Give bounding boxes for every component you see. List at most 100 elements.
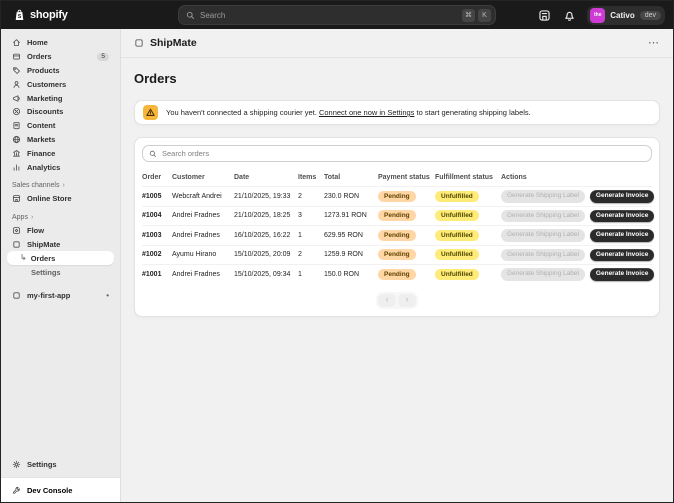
sidebar-item-discounts[interactable]: Discounts	[7, 105, 114, 119]
sidebar-item-marketing[interactable]: Marketing	[7, 91, 114, 105]
dev-console-bar[interactable]: Dev Console	[1, 477, 120, 502]
orders-search-input[interactable]	[162, 149, 645, 158]
app-title: ShipMate	[150, 37, 197, 49]
user-menu[interactable]: the Cativo dev	[587, 6, 665, 25]
warning-icon	[143, 105, 158, 120]
table-row: #1003 Andrei Fradnes 16/10/2025, 16:22 1…	[142, 225, 652, 245]
table-row: #1005 Webcraft Andrei 21/10/2025, 19:33 …	[142, 186, 652, 206]
generate-shipping-label-button[interactable]: Generate Shipping Label	[501, 249, 585, 262]
sidebar-footer: Settings	[1, 457, 120, 477]
products-tag-icon	[12, 66, 21, 75]
app-header: ShipMate ⋯	[121, 29, 673, 58]
content-file-icon	[12, 121, 21, 130]
date-cell: 15/10/2025, 09:34	[234, 271, 298, 278]
table-row: #1002 Ayumu Hirano 15/10/2025, 20:09 2 1…	[142, 245, 652, 265]
column-header-customer: Customer	[172, 174, 234, 181]
orders-search-box[interactable]	[142, 145, 652, 162]
pagination-prev-button[interactable]: ‹	[378, 294, 396, 307]
fulfillment-status-badge: Unfulfilled	[435, 230, 479, 241]
customer-cell: Andrei Fradnes	[172, 271, 234, 278]
total-cell: 1259.9 RON	[324, 251, 378, 258]
total-cell: 1273.91 RON	[324, 212, 378, 219]
column-header-items: Items	[298, 174, 324, 181]
connect-settings-link[interactable]: Connect one now in Settings	[319, 108, 414, 117]
column-header-order: Order	[142, 174, 172, 181]
order-id-cell: #1003	[142, 232, 172, 239]
notification-bell-icon[interactable]	[562, 8, 576, 22]
order-id-cell: #1002	[142, 251, 172, 258]
column-header-fulfillment-status: Fulfillment status	[435, 174, 501, 181]
generate-shipping-label-button[interactable]: Generate Shipping Label	[501, 268, 585, 281]
sidebar-item-content[interactable]: Content	[7, 119, 114, 133]
banner-text: You haven't connected a shipping courier…	[166, 108, 531, 117]
sidebar-item-finance[interactable]: Finance	[7, 146, 114, 160]
generate-invoice-button[interactable]: Generate Invoice	[590, 249, 654, 262]
fulfillment-status-badge: Unfulfilled	[435, 249, 479, 260]
app-notification-dot: •	[106, 291, 109, 300]
column-header-actions: Actions	[501, 174, 652, 181]
generate-invoice-button[interactable]: Generate Invoice	[590, 268, 654, 281]
search-input[interactable]	[200, 11, 459, 20]
sidebar-item-shipmate-orders[interactable]: ↳ Orders	[7, 251, 114, 265]
shopify-admin-window: S shopify ⌘ K	[0, 0, 674, 503]
sidebar: Home Orders 5 Products Customers M	[1, 29, 121, 502]
orders-count-badge: 5	[97, 53, 109, 61]
markets-globe-icon	[12, 135, 21, 144]
more-options-icon[interactable]: ⋯	[648, 38, 660, 49]
fulfillment-status-badge: Unfulfilled	[435, 191, 479, 202]
total-cell: 230.0 RON	[324, 193, 378, 200]
sidebar-item-markets[interactable]: Markets	[7, 133, 114, 147]
page-content: Orders You haven't connected a shipping …	[121, 58, 673, 327]
nested-arrow-icon: ↳	[20, 254, 27, 262]
sidebar-item-shipmate[interactable]: ShipMate	[7, 238, 114, 252]
sidebar-item-settings[interactable]: Settings	[7, 457, 114, 471]
items-cell: 2	[298, 193, 324, 200]
sidebar-item-flow[interactable]: Flow	[7, 224, 114, 238]
date-cell: 21/10/2025, 19:33	[234, 193, 298, 200]
storefront-icon[interactable]	[537, 8, 551, 22]
sales-channels-header[interactable]: Sales channels ›	[7, 182, 114, 189]
sidebar-item-orders[interactable]: Orders 5	[7, 50, 114, 64]
order-id-cell: #1001	[142, 271, 172, 278]
generate-shipping-label-button[interactable]: Generate Shipping Label	[501, 210, 585, 223]
apps-header[interactable]: Apps ›	[7, 214, 114, 221]
payment-status-badge: Pending	[378, 230, 416, 241]
column-header-total: Total	[324, 174, 378, 181]
sidebar-item-online-store[interactable]: Online Store	[7, 192, 114, 206]
kbd-cmd: ⌘	[462, 9, 475, 22]
date-cell: 15/10/2025, 20:09	[234, 251, 298, 258]
analytics-bars-icon	[12, 163, 21, 172]
sidebar-item-customers[interactable]: Customers	[7, 77, 114, 91]
logo-wordmark: shopify	[30, 9, 68, 21]
orders-table-header: Order Customer Date Items Total Payment …	[142, 169, 652, 186]
generate-shipping-label-button[interactable]: Generate Shipping Label	[501, 229, 585, 242]
sidebar-item-shipmate-settings[interactable]: Settings	[7, 265, 114, 279]
orders-table-body: #1005 Webcraft Andrei 21/10/2025, 19:33 …	[142, 186, 652, 284]
generate-shipping-label-button[interactable]: Generate Shipping Label	[501, 190, 585, 203]
env-badge: dev	[640, 11, 661, 20]
sidebar-item-products[interactable]: Products	[7, 64, 114, 78]
shopify-logo[interactable]: S shopify	[13, 9, 68, 22]
generate-invoice-button[interactable]: Generate Invoice	[590, 190, 654, 203]
pagination: ‹ ›	[142, 292, 652, 309]
orders-card: Order Customer Date Items Total Payment …	[134, 137, 660, 317]
customers-icon	[12, 80, 21, 89]
pagination-next-button[interactable]: ›	[398, 294, 416, 307]
topbar: S shopify ⌘ K	[1, 1, 673, 29]
sidebar-item-home[interactable]: Home	[7, 36, 114, 50]
flow-app-icon	[12, 226, 21, 235]
sidebar-item-analytics[interactable]: Analytics	[7, 160, 114, 174]
payment-status-badge: Pending	[378, 249, 416, 260]
wrench-icon	[12, 486, 21, 495]
my-first-app-icon	[12, 291, 21, 300]
global-search-bar[interactable]: ⌘ K	[178, 5, 496, 25]
sidebar-item-my-first-app[interactable]: my-first-app •	[7, 289, 114, 303]
page-title: Orders	[134, 71, 660, 86]
generate-invoice-button[interactable]: Generate Invoice	[590, 210, 654, 223]
customer-cell: Webcraft Andrei	[172, 193, 234, 200]
payment-status-badge: Pending	[378, 191, 416, 202]
customer-cell: Ayumu Hirano	[172, 251, 234, 258]
generate-invoice-button[interactable]: Generate Invoice	[590, 229, 654, 242]
customer-cell: Andrei Fradnes	[172, 232, 234, 239]
items-cell: 1	[298, 271, 324, 278]
